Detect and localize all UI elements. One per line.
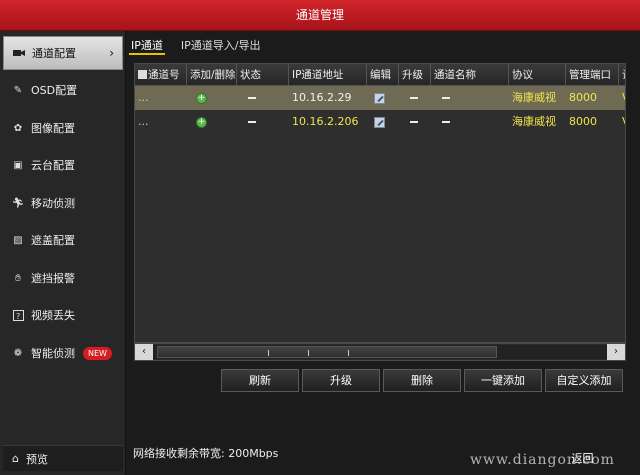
status-cell xyxy=(237,110,289,134)
camera-icon xyxy=(13,47,25,59)
pencil-icon: ✎ xyxy=(13,84,23,96)
svg-text:?: ? xyxy=(16,312,20,321)
chevron-right-icon: › xyxy=(109,46,114,60)
edit-cell xyxy=(367,110,399,134)
palette-icon: ✿ xyxy=(13,122,23,134)
column-header[interactable]: 通道名称 xyxy=(431,64,509,86)
scroll-grip xyxy=(348,350,349,356)
column-header[interactable]: IP通道地址 xyxy=(289,64,367,86)
sidebar-item-video-loss[interactable]: ? 视频丢失 xyxy=(3,298,123,332)
scroll-thumb[interactable] xyxy=(157,346,497,358)
sidebar-item-channel-config[interactable]: 通道配置 › xyxy=(3,36,123,70)
sidebar-item-label: 遮盖配置 xyxy=(31,234,75,247)
select-all-checkbox[interactable] xyxy=(138,70,147,79)
sidebar: 通道配置 › ✎ OSD配置 ✿ 图像配置 ▣ 云台配置 🏃︎ 移动侦测 ▨ 遮… xyxy=(0,31,126,475)
refresh-button[interactable]: 刷新 xyxy=(221,369,299,392)
extra-cell: V xyxy=(619,110,625,134)
back-button[interactable]: 返回 xyxy=(555,449,610,469)
edit-icon[interactable] xyxy=(374,92,385,104)
ptz-icon: ▣ xyxy=(13,159,23,171)
column-header[interactable]: 编辑 xyxy=(367,64,399,86)
scroll-grip xyxy=(308,350,309,356)
one-click-add-button[interactable]: 一键添加 xyxy=(464,369,542,392)
action-bar: 刷新 升级 删除 一键添加 自定义添加 xyxy=(221,369,626,393)
table-row[interactable]: ... + 10.16.2.206 海康威视 8000 V xyxy=(135,110,625,134)
add-icon[interactable]: + xyxy=(196,116,207,128)
preview-button[interactable]: ⌂ 预览 xyxy=(3,445,123,471)
channel-cell: ... xyxy=(138,91,149,104)
status-dash xyxy=(248,97,256,99)
upgrade-dash xyxy=(410,97,418,99)
add-cell: + xyxy=(187,110,237,134)
channel-cell: ... xyxy=(138,115,149,128)
protocol-cell: 海康威视 xyxy=(512,91,556,104)
horizontal-scrollbar[interactable]: ‹ › xyxy=(134,343,626,361)
custom-add-button[interactable]: 自定义添加 xyxy=(545,369,623,392)
sidebar-item-label: 移动侦测 xyxy=(31,197,75,210)
sidebar-item-label: 云台配置 xyxy=(31,159,75,172)
name-cell xyxy=(431,110,509,134)
column-header[interactable]: 协议 xyxy=(509,64,566,86)
sidebar-item-label: OSD配置 xyxy=(31,84,78,97)
bandwidth-status: 网络接收剩余带宽: 200Mbps xyxy=(133,447,279,460)
preview-label: 预览 xyxy=(25,452,48,466)
hand-icon: ✋︎ xyxy=(15,272,21,284)
mask-icon: ▨ xyxy=(13,234,23,246)
sidebar-item-image-config[interactable]: ✿ 图像配置 xyxy=(3,111,123,145)
add-icon[interactable]: + xyxy=(196,92,207,104)
name-cell xyxy=(431,86,509,110)
sidebar-item-smart-detection[interactable]: ❁ 智能侦测 NEW xyxy=(3,336,123,370)
delete-button[interactable]: 删除 xyxy=(383,369,461,392)
sidebar-item-label: 遮挡报警 xyxy=(31,272,75,285)
sidebar-item-privacy-mask[interactable]: ▨ 遮盖配置 xyxy=(3,223,123,257)
ip-cell: 10.16.2.29 xyxy=(292,91,352,104)
tab-ip-channel[interactable]: IP通道 xyxy=(129,33,165,55)
edit-icon[interactable] xyxy=(374,116,385,128)
status-cell xyxy=(237,86,289,110)
column-header[interactable]: 管理端口 xyxy=(566,64,619,86)
ip-cell: 10.16.2.206 xyxy=(292,115,359,128)
edit-cell xyxy=(367,86,399,110)
question-icon: ? xyxy=(12,309,24,321)
sidebar-item-tamper-alarm[interactable]: ✋︎ 遮挡报警 xyxy=(3,261,123,295)
scroll-grip xyxy=(268,350,269,356)
status-dash xyxy=(248,121,256,123)
extra-cell: V xyxy=(619,86,625,110)
name-dash xyxy=(442,97,450,99)
sidebar-item-label: 视频丢失 xyxy=(31,309,75,322)
table-header: 通道号 添加/删除 状态 IP通道地址 编辑 升级 通道名称 协议 管理端口 设 xyxy=(135,64,625,86)
scroll-track[interactable] xyxy=(153,345,607,359)
upgrade-cell xyxy=(399,110,431,134)
protocol-cell: 海康威视 xyxy=(512,115,556,128)
tab-bar: IP通道 IP通道导入/导出 xyxy=(129,33,276,55)
upgrade-cell xyxy=(399,86,431,110)
upgrade-button[interactable]: 升级 xyxy=(302,369,380,392)
port-cell: 8000 xyxy=(569,115,597,128)
sidebar-item-label: 图像配置 xyxy=(31,122,75,135)
upgrade-dash xyxy=(410,121,418,123)
window-title: 通道管理 xyxy=(0,0,640,31)
channel-table: 通道号 添加/删除 状态 IP通道地址 编辑 升级 通道名称 协议 管理端口 设… xyxy=(134,63,626,343)
port-cell: 8000 xyxy=(569,91,597,104)
add-cell: + xyxy=(187,86,237,110)
name-dash xyxy=(442,121,450,123)
scroll-right-button[interactable]: › xyxy=(607,344,625,360)
brain-icon: ❁ xyxy=(13,347,23,359)
column-header[interactable]: 添加/删除 xyxy=(187,64,237,86)
sidebar-item-label: 智能侦测 xyxy=(31,347,75,360)
sidebar-item-motion-detection[interactable]: 🏃︎ 移动侦测 xyxy=(3,186,123,220)
running-man-icon: 🏃︎ xyxy=(11,197,25,209)
home-icon: ⌂ xyxy=(12,452,19,465)
new-badge: NEW xyxy=(83,346,112,360)
column-header[interactable]: 通道号 xyxy=(135,64,187,86)
column-header[interactable]: 状态 xyxy=(237,64,289,86)
table-row[interactable]: ... + 10.16.2.29 海康威视 8000 V xyxy=(135,86,625,110)
sidebar-item-label: 通道配置 xyxy=(32,47,76,60)
column-header[interactable]: 升级 xyxy=(399,64,431,86)
sidebar-item-osd-config[interactable]: ✎ OSD配置 xyxy=(3,73,123,107)
tab-ip-import-export[interactable]: IP通道导入/导出 xyxy=(179,33,263,55)
scroll-left-button[interactable]: ‹ xyxy=(135,344,153,360)
sidebar-item-ptz-config[interactable]: ▣ 云台配置 xyxy=(3,148,123,182)
column-header[interactable]: 设 xyxy=(619,64,625,86)
